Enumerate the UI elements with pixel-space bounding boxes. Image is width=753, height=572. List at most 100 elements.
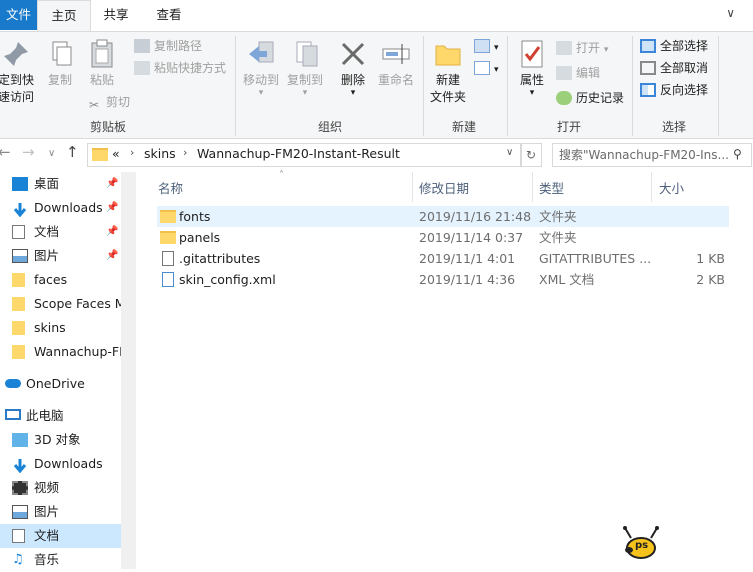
pin-icon[interactable]: 📌 <box>106 196 118 220</box>
nav-item-videos[interactable]: 视频 <box>0 476 121 500</box>
delete-label: 删除 <box>340 73 365 87</box>
file-date: 2019/11/1 4:36 <box>419 272 516 287</box>
nav-item-label: 桌面 <box>34 176 60 191</box>
column-header-date[interactable]: 修改日期 <box>419 178 469 197</box>
pin-quick-access-button[interactable]: 定到快 速访问 <box>0 38 40 106</box>
properties-button[interactable]: 属性 ▾ <box>512 38 552 98</box>
file-name: .gitattributes <box>179 251 261 266</box>
ribbon-separator <box>423 36 424 136</box>
select-none-button[interactable]: 全部取消 <box>640 58 708 78</box>
file-row[interactable]: fonts 2019/11/16 21:48 文件夹 <box>157 206 729 227</box>
nav-item-downloads[interactable]: Downloads 📌 <box>0 196 121 220</box>
breadcrumb-current-folder[interactable]: Wannachup-FM20-Instant-Result <box>197 146 400 161</box>
nav-item-pictures[interactable]: 图片 📌 <box>0 244 121 268</box>
file-row[interactable]: .gitattributes 2019/11/1 4:01 GITATTRIBU… <box>157 248 729 269</box>
picture-icon <box>12 505 28 519</box>
ribbon-separator <box>718 36 719 136</box>
paste-shortcut-button[interactable]: 粘贴快捷方式 <box>134 58 226 78</box>
tab-home[interactable]: 主页 <box>37 0 91 32</box>
file-icon <box>162 251 174 266</box>
rename-button[interactable]: 重命名 <box>374 38 418 89</box>
cut-button[interactable]: ✂ 剪切 <box>86 92 130 112</box>
paste-button[interactable]: 粘贴 <box>84 38 120 89</box>
forward-button[interactable]: → <box>22 143 35 161</box>
invert-selection-label: 反向选择 <box>660 83 709 97</box>
file-size: 1 KB <box>696 251 725 266</box>
document-icon <box>12 529 25 543</box>
nav-item-scope-faces[interactable]: Scope Faces M <box>0 292 121 316</box>
nav-item-faces[interactable]: faces <box>0 268 121 292</box>
copy-to-dropdown-icon: ▾ <box>302 88 308 98</box>
delete-x-icon <box>337 38 369 70</box>
paste-shortcut-icon <box>134 61 150 75</box>
folder-icon <box>12 321 25 335</box>
search-input[interactable]: 搜索"Wannachup-FM20-Ins... <box>559 144 729 166</box>
edit-button[interactable]: 编辑 <box>556 63 600 83</box>
up-button[interactable]: ↑ <box>66 143 79 161</box>
navigation-pane-scrollbar[interactable] <box>121 172 136 569</box>
clipboard-group-label: 剪贴板 <box>89 120 126 134</box>
breadcrumb-overflow[interactable]: « <box>112 146 120 161</box>
nav-item-pc-documents[interactable]: 文档 <box>0 524 121 548</box>
breadcrumb-chevron-icon[interactable]: › <box>130 146 134 159</box>
tab-view[interactable]: 查看 <box>145 0 193 30</box>
breadcrumb-skins[interactable]: skins <box>144 146 176 161</box>
move-to-button[interactable]: 移动到 ▾ <box>240 38 282 98</box>
open-button[interactable]: 打开 ▾ <box>556 38 608 58</box>
address-bar[interactable]: « › skins › Wannachup-FM20-Instant-Resul… <box>87 143 522 167</box>
nav-item-documents[interactable]: 文档 📌 <box>0 220 121 244</box>
column-divider[interactable] <box>412 172 413 202</box>
easy-access-button[interactable]: ▾ <box>474 58 499 78</box>
search-box[interactable]: 搜索"Wannachup-FM20-Ins... ⚲ <box>552 143 752 167</box>
folder-icon <box>12 297 25 311</box>
nav-item-music[interactable]: ♫ 音乐 <box>0 548 121 572</box>
column-header-name[interactable]: 名称 <box>158 178 183 197</box>
file-type: GITATTRIBUTES ... <box>539 251 652 266</box>
back-button[interactable]: ← <box>0 143 11 161</box>
search-icon[interactable]: ⚲ <box>733 143 742 165</box>
ribbon-separator <box>507 36 508 136</box>
address-dropdown-icon[interactable]: ∨ <box>506 147 513 158</box>
copy-button[interactable]: 复制 <box>42 38 78 89</box>
copy-path-button[interactable]: 复制路径 <box>134 36 202 56</box>
nav-item-pc-downloads[interactable]: Downloads <box>0 452 121 476</box>
sort-ascending-icon: ˄ <box>279 170 284 181</box>
refresh-button[interactable]: ↻ <box>520 143 542 167</box>
history-button[interactable]: 历史记录 <box>556 88 624 108</box>
tab-file[interactable]: 文件 <box>0 0 37 30</box>
picture-icon <box>12 249 28 263</box>
pin-icon[interactable]: 📌 <box>106 220 118 244</box>
file-list: ˄ 名称 修改日期 类型 大小 fonts 2019/11/16 21:48 文… <box>137 170 753 569</box>
file-row[interactable]: skin_config.xml 2019/11/1 4:36 XML 文档 2 … <box>157 269 729 290</box>
nav-item-pc-pictures[interactable]: 图片 <box>0 500 121 524</box>
nav-item-3d-objects[interactable]: 3D 对象 <box>0 428 121 452</box>
breadcrumb-chevron-icon[interactable]: › <box>183 146 187 159</box>
file-date: 2019/11/14 0:37 <box>419 230 524 245</box>
nav-item-label: Downloads <box>34 200 103 215</box>
nav-item-wannachup[interactable]: Wannachup-FM <box>0 340 121 364</box>
column-header-size[interactable]: 大小 <box>659 178 684 197</box>
new-item-button[interactable]: ▾ <box>474 36 499 56</box>
recent-locations-dropdown-icon[interactable]: ∨ <box>48 148 55 159</box>
select-all-button[interactable]: 全部选择 <box>640 36 708 56</box>
pin-icon[interactable]: 📌 <box>106 172 118 196</box>
column-header-type[interactable]: 类型 <box>539 178 564 197</box>
nav-item-onedrive[interactable]: OneDrive <box>0 372 121 396</box>
pin-icon[interactable]: 📌 <box>106 244 118 268</box>
ribbon-collapse-chevron-icon[interactable]: ∨ <box>726 6 735 20</box>
new-folder-button[interactable]: 新建 文件夹 <box>426 38 470 106</box>
copy-to-button[interactable]: 复制到 ▾ <box>284 38 326 98</box>
invert-selection-button[interactable]: 反向选择 <box>640 80 708 100</box>
nav-item-skins[interactable]: skins <box>0 316 121 340</box>
file-row[interactable]: panels 2019/11/14 0:37 文件夹 <box>157 227 729 248</box>
column-divider[interactable] <box>651 172 652 202</box>
delete-button[interactable]: 删除 ▾ <box>334 38 372 98</box>
copy-path-label: 复制路径 <box>154 39 203 53</box>
tab-share[interactable]: 共享 <box>92 0 140 30</box>
nav-item-this-pc[interactable]: 此电脑 <box>0 404 121 428</box>
nav-item-desktop[interactable]: 桌面 📌 <box>0 172 121 196</box>
ribbon-separator <box>235 36 236 136</box>
move-to-label: 移动到 <box>242 73 279 87</box>
nav-item-label: 图片 <box>34 248 60 263</box>
column-divider[interactable] <box>532 172 533 202</box>
